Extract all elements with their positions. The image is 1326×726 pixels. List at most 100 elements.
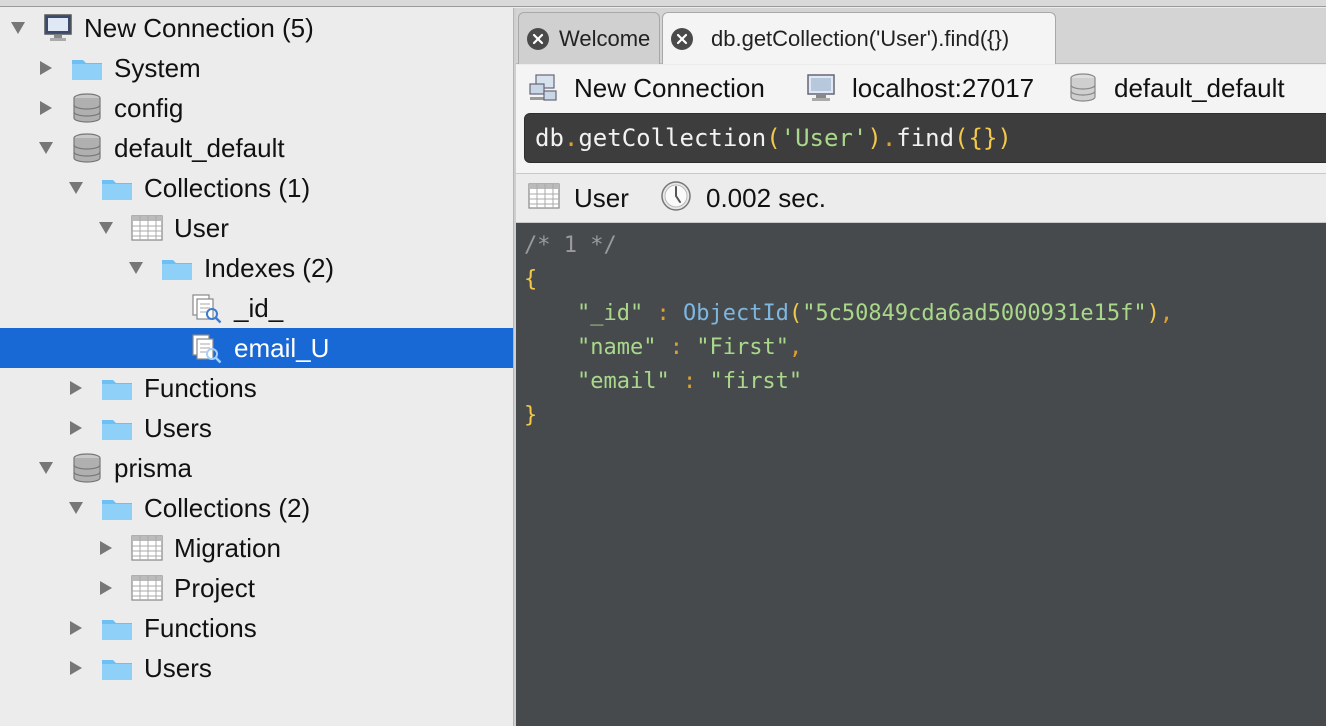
tree-node-collections[interactable]: Collections (2) [0, 488, 513, 528]
collapse-arrow-icon[interactable] [8, 8, 28, 48]
query-find-arg: {} [968, 124, 998, 152]
expand-arrow-icon[interactable] [96, 568, 116, 608]
tree-node-label: System [114, 53, 201, 83]
query-object: db [535, 124, 564, 152]
tree-node-users[interactable]: Users [0, 408, 513, 448]
connection-name-label: New Connection [574, 72, 765, 103]
folder-icon [100, 492, 134, 524]
database-icon [70, 452, 104, 484]
server-address: localhost:27017 [806, 65, 1034, 111]
tree-node-users[interactable]: Users [0, 648, 513, 688]
tree-node-collection-user[interactable]: User [0, 208, 513, 248]
network-computers-icon [528, 73, 558, 103]
result-time: 0.002 sec. [660, 174, 826, 222]
expand-arrow-icon[interactable] [96, 528, 116, 568]
database-icon [70, 92, 104, 124]
query-editor[interactable]: db.getCollection('User').find({}) [524, 113, 1326, 163]
tree-node-collections[interactable]: Collections (1) [0, 168, 513, 208]
tree-node-collection-migration[interactable]: Migration [0, 528, 513, 568]
table-icon [528, 182, 560, 215]
tree-node-functions[interactable]: Functions [0, 368, 513, 408]
database-icon [1068, 73, 1098, 103]
tree-node-label: Indexes (2) [204, 253, 335, 283]
tree-node-connection[interactable]: New Connection (5) [0, 8, 513, 48]
collapse-arrow-icon[interactable] [66, 488, 86, 528]
collapse-arrow-icon[interactable] [96, 208, 116, 248]
tree-node-label: Users [144, 413, 212, 443]
folder-icon [100, 372, 134, 404]
tree-node-label: prisma [114, 453, 193, 483]
query-method: getCollection [578, 124, 767, 152]
tree-node-functions[interactable]: Functions [0, 608, 513, 648]
server-address-label: localhost:27017 [852, 72, 1035, 103]
folder-icon [160, 252, 194, 284]
tab-query[interactable]: db.getCollection('User').find({}) [662, 12, 1056, 64]
tree-node-label: default_default [114, 133, 285, 163]
folder-icon [70, 52, 104, 84]
index-icon [190, 292, 224, 324]
tree-node-index-email[interactable]: email_U [0, 328, 513, 368]
document-field-name: "name" : "First", [576, 335, 803, 360]
collapse-arrow-icon[interactable] [36, 128, 56, 168]
folder-icon [100, 652, 134, 684]
connection-tree: New Connection (5) System config default… [0, 8, 513, 726]
tab-bar: Welcome db.getCollection('User').find({}… [516, 8, 1326, 64]
tree-node-label: User [174, 213, 229, 243]
query-find: find [896, 124, 955, 152]
close-tab-icon[interactable] [671, 27, 693, 50]
result-time-label: 0.002 sec. [706, 182, 826, 213]
connection-name: New Connection [528, 65, 765, 111]
database-name-label: default_default [1114, 72, 1285, 103]
document-comment: /* 1 */ [524, 233, 617, 258]
tab-label: db.getCollection('User').find({}) [711, 25, 1010, 51]
tree-node-config[interactable]: config [0, 88, 513, 128]
result-collection-label: User [574, 182, 629, 213]
tree-node-label: New Connection (5) [84, 13, 314, 43]
connection-info-bar: New Connection localhost:27017 default_d… [516, 65, 1326, 111]
tree-node-db-prisma[interactable]: prisma [0, 448, 513, 488]
document-open-brace: { [524, 267, 538, 292]
tree-node-label: _id_ [234, 293, 284, 323]
window-top-strip [0, 0, 1326, 7]
tree-node-db-default[interactable]: default_default [0, 128, 513, 168]
monitor-icon [42, 12, 76, 44]
collapse-arrow-icon[interactable] [66, 168, 86, 208]
tree-node-label: Users [144, 653, 212, 683]
expand-arrow-icon[interactable] [36, 48, 56, 88]
tree-node-label: email_U [234, 333, 330, 363]
result-collection: User [528, 174, 629, 222]
index-icon [190, 332, 224, 364]
tree-node-collection-project[interactable]: Project [0, 568, 513, 608]
tree-node-label: Collections (2) [144, 493, 311, 523]
tree-node-system[interactable]: System [0, 48, 513, 88]
tree-node-index-id[interactable]: _id_ [0, 288, 513, 328]
tree-node-label: Project [174, 573, 255, 603]
folder-icon [100, 612, 134, 644]
query-collection-arg: 'User' [780, 124, 868, 152]
result-document-view[interactable]: /* 1 */ { "_id" : ObjectId("5c50849cda6a… [516, 223, 1326, 726]
table-icon [130, 532, 164, 564]
expand-arrow-icon[interactable] [66, 608, 86, 648]
expand-arrow-icon[interactable] [66, 648, 86, 688]
document-field-email: "email" : "first" [576, 369, 803, 394]
table-icon [130, 212, 164, 244]
tree-node-indexes[interactable]: Indexes (2) [0, 248, 513, 288]
clock-icon [660, 180, 692, 217]
database-icon [70, 132, 104, 164]
folder-icon [100, 172, 134, 204]
folder-icon [100, 412, 134, 444]
tree-node-label: Functions [144, 613, 257, 643]
document-close-brace: } [524, 403, 538, 428]
query-editor-container: db.getCollection('User').find({}) [516, 111, 1326, 173]
result-info-bar: User 0.002 sec. [516, 173, 1326, 223]
tab-welcome[interactable]: Welcome [518, 12, 660, 64]
tree-node-label: Collections (1) [144, 173, 311, 203]
database-name: default_default [1068, 65, 1285, 111]
expand-arrow-icon[interactable] [66, 408, 86, 448]
collapse-arrow-icon[interactable] [36, 448, 56, 488]
collapse-arrow-icon[interactable] [126, 248, 146, 288]
close-tab-icon[interactable] [527, 27, 549, 50]
expand-arrow-icon[interactable] [36, 88, 56, 128]
expand-arrow-icon[interactable] [66, 368, 86, 408]
query-pane: Welcome db.getCollection('User').find({}… [516, 8, 1326, 726]
